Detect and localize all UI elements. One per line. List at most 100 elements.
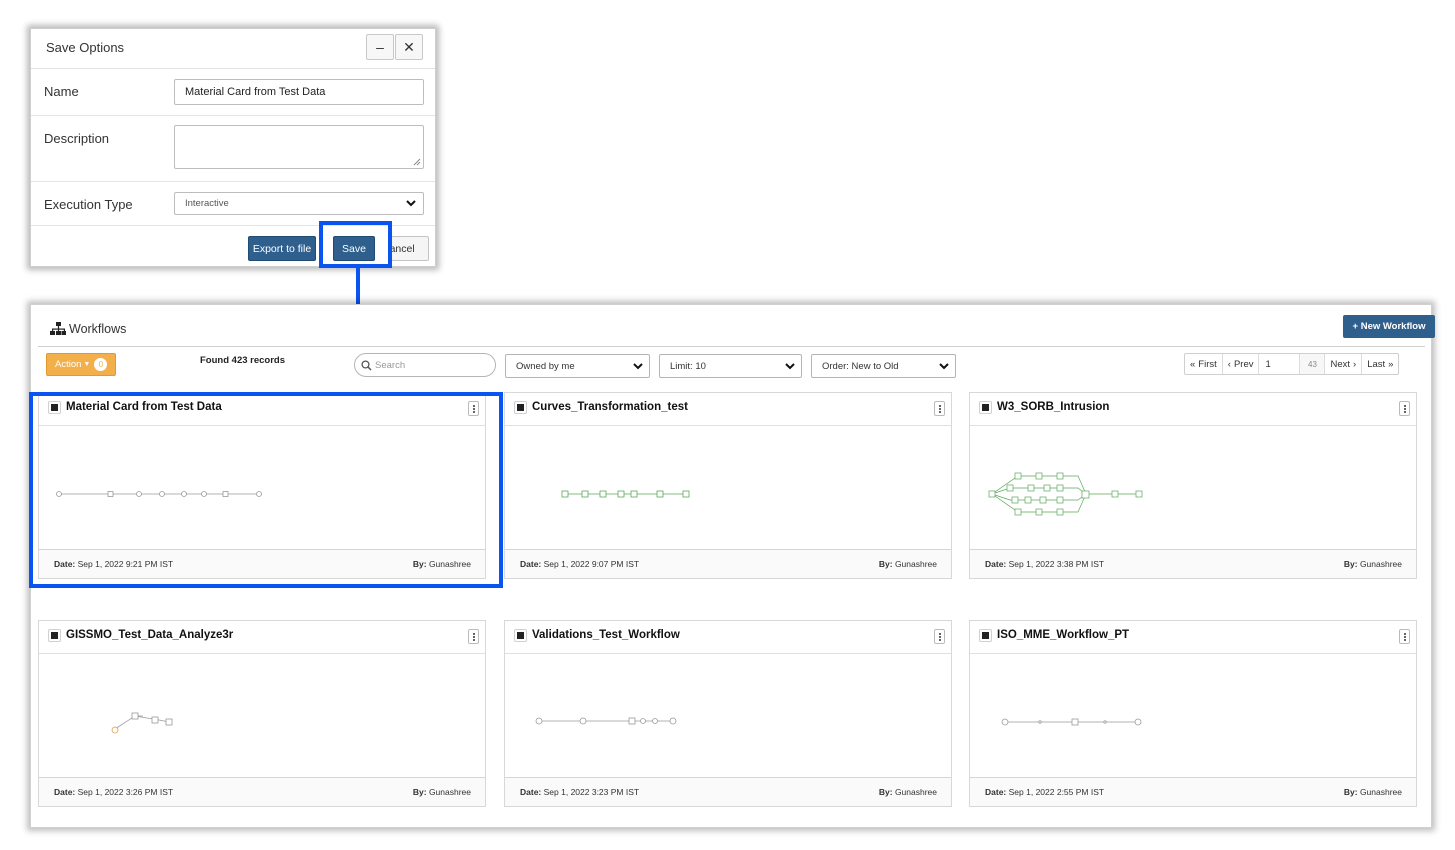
card-author: By: Gunashree (412, 787, 471, 797)
workflow-card[interactable]: Validations_Test_Workflow Date: Sep 1, 2… (504, 620, 952, 807)
execution-type-value: Interactive (185, 198, 229, 209)
card-highlight-box (29, 392, 503, 588)
sitemap-icon (50, 322, 66, 335)
name-field[interactable]: Material Card from Test Data (174, 79, 424, 105)
card-author: By: Gunashree (878, 787, 937, 797)
workflow-card[interactable]: Curves_Transformation_test Date: Sep 1, … (504, 392, 952, 579)
card-author: By: Gunashree (1343, 787, 1402, 797)
workflow-card[interactable]: W3_SORB_Intrusion Date: Sep 1, 2022 3:38… (969, 392, 1417, 579)
workflow-graph-preview (505, 426, 951, 550)
execution-type-select[interactable]: Interactive (174, 192, 424, 215)
workflow-card-footer: Date: Sep 1, 2022 3:38 PM IST By: Gunash… (970, 550, 1416, 578)
prev-page-button[interactable]: ‹ Prev (1223, 354, 1260, 374)
select-checkbox[interactable] (979, 629, 992, 642)
workflow-card-title: Validations_Test_Workflow (532, 629, 680, 641)
page-number-input[interactable]: 1 (1259, 354, 1301, 374)
kebab-menu-icon[interactable] (1399, 401, 1410, 416)
workflow-card[interactable]: ISO_MME_Workflow_PT Date: Sep 1, 2022 2:… (969, 620, 1417, 807)
minus-icon: – (376, 39, 384, 55)
search-icon (361, 360, 372, 371)
card-date: Date: Sep 1, 2022 2:55 PM IST (985, 787, 1105, 797)
workflow-card-header: GISSMO_Test_Data_Analyze3r (39, 621, 485, 654)
workflow-card-header: Validations_Test_Workflow (505, 621, 951, 654)
card-author: By: Gunashree (1343, 559, 1402, 569)
select-checkbox[interactable] (48, 629, 61, 642)
dialog-header: Save Options – ✕ (31, 29, 435, 69)
workflow-card-footer: Date: Sep 1, 2022 2:55 PM IST By: Gunash… (970, 778, 1416, 806)
select-checkbox[interactable] (514, 401, 527, 414)
export-to-file-button[interactable]: Export to file (248, 236, 316, 261)
chevron-right-icon: › (1353, 358, 1357, 370)
search-placeholder: Search (375, 359, 406, 371)
workflows-header: Workflows + New Workflow (38, 313, 1435, 347)
close-button[interactable]: ✕ (395, 34, 423, 60)
workflow-graph (1001, 718, 1142, 726)
limit-filter-value: Limit: 10 (670, 360, 706, 372)
card-date: Date: Sep 1, 2022 9:07 PM IST (520, 559, 640, 569)
order-filter-value: Order: New to Old (822, 360, 899, 372)
kebab-menu-icon[interactable] (934, 401, 945, 416)
workflows-title: Workflows (69, 322, 127, 336)
workflow-card[interactable]: GISSMO_Test_Data_Analyze3r Date: Sep 1, … (38, 620, 486, 807)
double-chevron-right-icon: » (1388, 358, 1394, 370)
cancel-button[interactable]: Cancel (391, 236, 429, 261)
workflow-card-footer: Date: Sep 1, 2022 3:23 PM IST By: Gunash… (505, 778, 951, 806)
kebab-menu-icon[interactable] (468, 629, 479, 644)
owner-filter-select[interactable]: Owned by me (505, 354, 650, 378)
workflow-card-title: ISO_MME_Workflow_PT (997, 629, 1130, 641)
select-checkbox[interactable] (514, 629, 527, 642)
workflow-card-title: GISSMO_Test_Data_Analyze3r (66, 629, 234, 641)
next-page-button[interactable]: Next › (1325, 354, 1363, 374)
resize-handle-icon[interactable] (413, 158, 421, 166)
page-number-value: 1 (1265, 358, 1271, 370)
execution-type-label: Execution Type (44, 197, 133, 212)
workflow-graph (535, 717, 677, 725)
description-label: Description (44, 131, 110, 146)
workflow-card-header: Curves_Transformation_test (505, 393, 951, 426)
chevron-down-icon (633, 363, 643, 370)
workflow-card-header: ISO_MME_Workflow_PT (970, 621, 1416, 654)
workflow-graph (111, 712, 173, 734)
minimize-button[interactable]: – (366, 34, 394, 60)
workflow-card-title: W3_SORB_Intrusion (997, 401, 1110, 413)
workflow-card-title: Curves_Transformation_test (532, 401, 688, 413)
close-icon: ✕ (403, 38, 415, 55)
chevron-down-icon (939, 363, 949, 370)
search-input[interactable]: Search (354, 353, 496, 377)
workflow-card-footer: Date: Sep 1, 2022 3:26 PM IST By: Gunash… (39, 778, 485, 806)
action-count-badge: 0 (94, 358, 108, 371)
chevron-left-icon: ‹ (1227, 358, 1231, 370)
workflow-graph (988, 472, 1143, 516)
name-field-value: Material Card from Test Data (185, 86, 326, 98)
pagination: « First ‹ Prev 1 43 Next › Last » (1184, 353, 1400, 375)
last-page-label: Last (1367, 358, 1386, 370)
caret-down-icon: ▼ (83, 361, 91, 368)
name-label: Name (44, 84, 79, 99)
kebab-menu-icon[interactable] (934, 629, 945, 644)
action-dropdown-button[interactable]: Action ▼ 0 (46, 353, 116, 376)
chevron-down-icon (406, 200, 416, 207)
workflow-graph-preview (970, 654, 1416, 778)
execution-type-row: Execution Type Interactive (31, 182, 435, 226)
kebab-menu-icon[interactable] (1399, 629, 1410, 644)
double-chevron-left-icon: « (1190, 358, 1196, 370)
select-checkbox[interactable] (979, 401, 992, 414)
dialog-title: Save Options (46, 40, 125, 55)
page-total: 43 (1300, 354, 1326, 374)
card-date: Date: Sep 1, 2022 3:26 PM IST (54, 787, 174, 797)
order-filter-select[interactable]: Order: New to Old (811, 354, 956, 378)
description-row: Description (31, 116, 435, 182)
name-row: Name Material Card from Test Data (31, 69, 435, 116)
first-page-button[interactable]: « First (1185, 354, 1223, 374)
action-label: Action (55, 359, 82, 370)
limit-filter-select[interactable]: Limit: 10 (659, 354, 802, 378)
card-author: By: Gunashree (878, 559, 937, 569)
new-workflow-button[interactable]: + New Workflow (1343, 315, 1435, 338)
description-field[interactable] (174, 125, 424, 169)
workflow-card-header: W3_SORB_Intrusion (970, 393, 1416, 426)
records-count: Found 423 records (200, 355, 285, 366)
card-date: Date: Sep 1, 2022 3:38 PM IST (985, 559, 1105, 569)
next-page-label: Next (1330, 358, 1351, 370)
cancel-label: Cancel (392, 242, 415, 255)
last-page-button[interactable]: Last » (1362, 354, 1398, 374)
